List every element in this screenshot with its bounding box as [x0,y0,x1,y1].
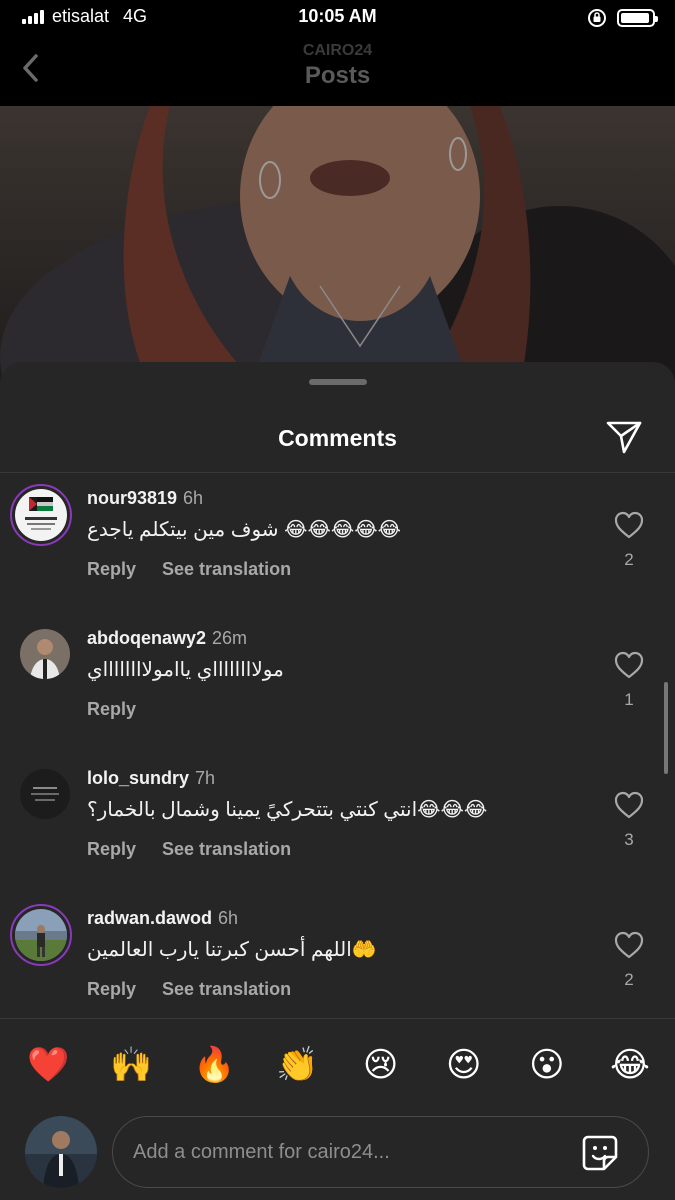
comment-input-placeholder: Add a comment for cairo24... [133,1141,390,1163]
status-right [587,8,658,28]
sheet-drag-handle[interactable] [309,379,367,385]
reply-button[interactable]: Reply [87,979,136,1000]
comment-text: مولااااااااي ياامولااااااااي [87,659,284,681]
nour93819-avatar-graphic [25,497,57,530]
comment-input[interactable]: Add a comment for cairo24... [112,1116,649,1188]
comment-time: 6h [218,908,239,928]
like-count: 1 [624,690,634,709]
heart-outline-icon[interactable] [614,511,644,539]
abdoqenawy2-avatar-graphic [20,629,70,679]
avatar[interactable] [10,904,72,966]
emoji-laughing[interactable]: 😂 [609,1044,651,1086]
comment-item: abdoqenawy2 26m مولااااااااي ياامولاااااا… [0,627,675,767]
status-bar: etisalat 4G 10:05 AM [0,0,675,36]
like-count: 2 [624,970,634,989]
comment-text: اللهم أحسن كبرتنا يارب العالمين🤲 [87,939,377,961]
comment-username-text[interactable]: nour93819 [87,488,177,508]
avatar[interactable] [20,629,70,679]
reply-button[interactable]: Reply [87,839,136,860]
emoji-raised-hands[interactable]: 🙌 [110,1044,152,1086]
comment-item: nour93819 6h شوف مين بيتكلم ياجدع 😂😂😂😂😂 R… [0,484,675,627]
see-translation-button[interactable]: See translation [162,979,291,1000]
comment-time: 26m [212,628,248,648]
scrollbar[interactable] [664,682,668,774]
like-count: 2 [624,550,634,569]
emoji-surprised[interactable]: 😮 [526,1044,568,1086]
comment-text: شوف مين بيتكلم ياجدع 😂😂😂😂😂 [87,519,401,541]
current-user-avatar-graphic [25,1116,97,1188]
comment-actions: Reply See translation [87,979,291,1000]
comment-username-text[interactable]: abdoqenawy2 [87,628,206,648]
like-count: 3 [624,830,634,849]
emoji-heart[interactable]: ❤️ [27,1044,69,1086]
comment-actions: Reply [87,699,136,720]
comment-username[interactable]: nour93819 6h [87,488,203,509]
share-button[interactable] [605,419,643,455]
page-title: Posts [304,62,371,89]
battery-icon [617,9,658,27]
reply-button[interactable]: Reply [87,559,136,580]
heart-outline-icon[interactable] [614,791,644,819]
comment-username[interactable]: lolo_sundry 7h [87,768,215,789]
status-time: 10:05 AM [298,6,377,26]
see-translation-button[interactable]: See translation [162,559,291,580]
orientation-lock-icon [588,9,606,27]
comment-actions: Reply See translation [87,559,291,580]
comment-time: 6h [183,488,204,508]
top-nav-header: CAIRO24 Posts [0,36,675,106]
heart-outline-icon[interactable] [614,651,644,679]
post-image [0,106,675,386]
heart-outline-icon[interactable] [614,931,644,959]
comment-time: 7h [195,768,216,788]
see-translation-button[interactable]: See translation [162,839,291,860]
comment-username[interactable]: abdoqenawy2 26m [87,628,247,649]
comment-text: انتي كنتي بتتحركيً يمينا وشمال بالخمار؟😂… [87,799,488,821]
reply-button[interactable]: Reply [87,699,136,720]
post-image-graphic [0,106,675,386]
lolo-sundry-avatar-graphic [20,769,70,819]
emoji-quick-bar: ❤️ 🙌 🔥 👏 😢 😍 😮 😂 [27,1044,651,1086]
comment-username-text[interactable]: radwan.dawod [87,908,212,928]
current-user-avatar [25,1116,97,1188]
avatar[interactable] [10,484,72,546]
radwan-dawod-avatar-graphic [15,909,67,961]
comment-item: lolo_sundry 7h انتي كنتي بتتحركيً يمينا و… [0,767,675,907]
comment-username[interactable]: radwan.dawod 6h [87,908,238,929]
header-divider [0,472,675,473]
comment-actions: Reply See translation [87,839,291,860]
comment-item: radwan.dawod 6h اللهم أحسن كبرتنا يارب ال… [0,904,675,1047]
comment-username-text[interactable]: lolo_sundry [87,768,189,788]
emoji-crying[interactable]: 😢 [360,1044,402,1086]
account-name: CAIRO24 [302,42,373,59]
emoji-bar-divider [0,1018,675,1019]
comments-title: Comments [278,425,397,451]
avatar[interactable] [20,769,70,819]
sticker-icon[interactable] [580,1133,620,1173]
emoji-fire[interactable]: 🔥 [193,1044,235,1086]
emoji-clapping[interactable]: 👏 [276,1044,318,1086]
emoji-heart-eyes[interactable]: 😍 [443,1044,485,1086]
